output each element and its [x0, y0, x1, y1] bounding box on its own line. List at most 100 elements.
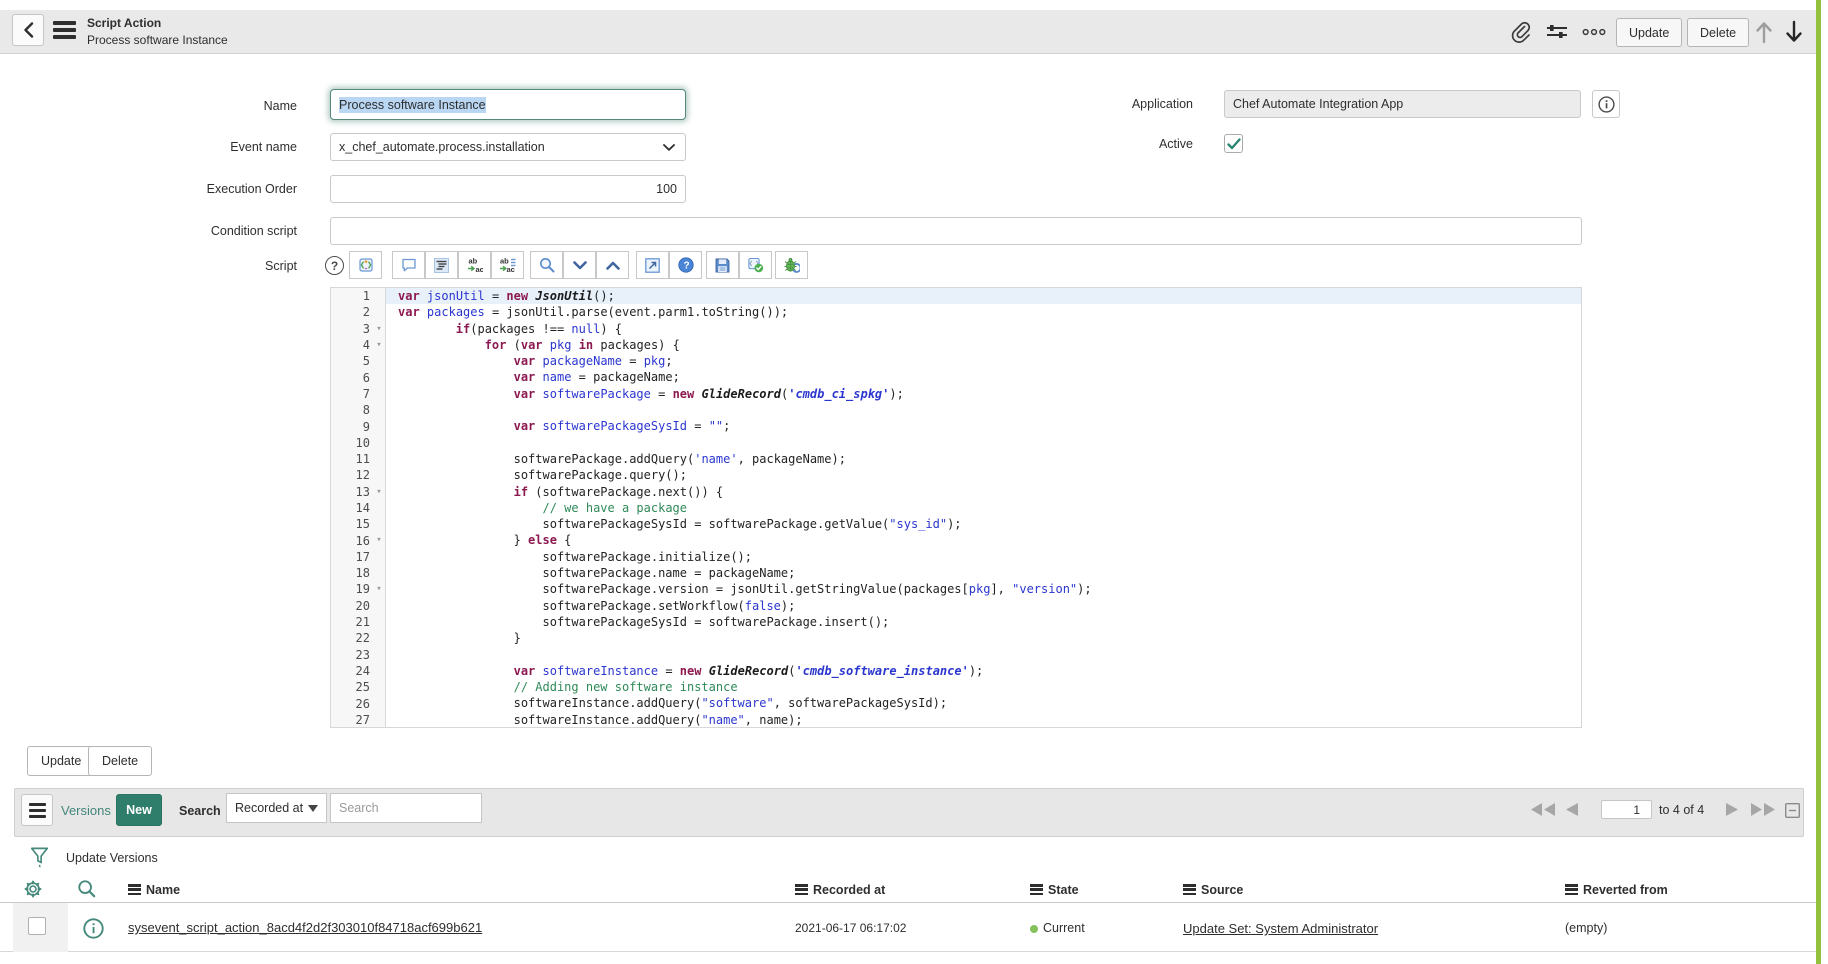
application-info-button[interactable]	[1592, 90, 1620, 118]
filter-icon[interactable]	[29, 847, 50, 869]
code-line[interactable]: var softwarePackage = new GlideRecord('c…	[386, 386, 1581, 402]
gutter-line[interactable]: 13▾	[331, 484, 385, 500]
column-menu-icon[interactable]	[1565, 884, 1578, 895]
search-field-select[interactable]: Recorded at	[226, 793, 327, 823]
gutter-line[interactable]: 16▾	[331, 532, 385, 548]
replace-all-button[interactable]: abac	[491, 251, 524, 279]
source-link[interactable]: Update Set: System Administrator	[1183, 921, 1378, 936]
list-settings-gear-icon[interactable]	[23, 879, 43, 899]
column-menu-icon[interactable]	[128, 884, 141, 895]
last-page-icon[interactable]	[1751, 803, 1775, 816]
list-search-input[interactable]	[330, 793, 482, 823]
column-menu-icon[interactable]	[1183, 884, 1196, 895]
attachment-icon[interactable]	[1508, 20, 1532, 44]
code-line[interactable]: softwareInstance.addQuery("name", name);	[386, 712, 1581, 728]
code-line[interactable]	[386, 647, 1581, 663]
find-previous-button[interactable]	[596, 251, 629, 279]
save-button[interactable]	[706, 251, 739, 279]
header-delete-button[interactable]: Delete	[1687, 18, 1749, 47]
fold-arrow-icon[interactable]: ▾	[373, 337, 385, 353]
syntax-check-button[interactable]	[739, 251, 772, 279]
code-lines[interactable]: var jsonUtil = new JsonUtil();var packag…	[386, 288, 1581, 727]
code-line[interactable]: softwarePackage.version = jsonUtil.getSt…	[386, 581, 1581, 597]
delete-button[interactable]: Delete	[88, 746, 152, 776]
column-header-source[interactable]: Source	[1183, 881, 1243, 899]
code-line[interactable]: var jsonUtil = new JsonUtil();	[386, 288, 1581, 304]
code-line[interactable]: // we have a package	[386, 500, 1581, 516]
debug-button[interactable]	[775, 251, 808, 279]
first-page-icon[interactable]	[1531, 803, 1555, 816]
help-button[interactable]: ?	[669, 251, 702, 279]
format-code-button[interactable]	[425, 251, 458, 279]
code-line[interactable]: softwareInstance.addQuery("software", so…	[386, 695, 1581, 711]
column-menu-icon[interactable]	[795, 884, 808, 895]
code-line[interactable]: softwarePackage.query();	[386, 467, 1581, 483]
personalize-form-icon[interactable]	[1545, 20, 1569, 44]
comment-button[interactable]	[392, 251, 425, 279]
find-next-button[interactable]	[563, 251, 596, 279]
next-page-icon[interactable]	[1726, 803, 1738, 816]
script-editor[interactable]: 123▾4▾5678910111213▾141516▾171819▾202122…	[330, 287, 1582, 728]
fold-arrow-icon[interactable]: ▾	[373, 321, 385, 337]
code-line[interactable]: softwarePackage.initialize();	[386, 549, 1581, 565]
syntax-editor-button[interactable]	[349, 251, 382, 279]
code-line[interactable]: var name = packageName;	[386, 369, 1581, 385]
replace-button[interactable]: abac	[458, 251, 491, 279]
code-line[interactable]: for (var pkg in packages) {	[386, 337, 1581, 353]
code-line[interactable]: softwarePackage.addQuery('name', package…	[386, 451, 1581, 467]
code-line[interactable]: softwarePackage.setWorkflow(false);	[386, 598, 1581, 614]
column-header-state[interactable]: State	[1030, 881, 1079, 899]
event-name-select[interactable]: x_chef_automate.process.installation	[330, 133, 686, 161]
code-line[interactable]: }	[386, 630, 1581, 646]
list-search-icon[interactable]	[77, 879, 96, 898]
back-button[interactable]	[12, 14, 44, 46]
code-line[interactable]: // Adding new software instance	[386, 679, 1581, 695]
gutter-line[interactable]: 4▾	[331, 337, 385, 353]
code-line[interactable]: softwarePackage.name = packageName;	[386, 565, 1581, 581]
fold-arrow-icon[interactable]: ▾	[373, 484, 385, 500]
column-header-name[interactable]: Name	[128, 881, 180, 899]
page-number-input[interactable]	[1601, 800, 1652, 819]
name-input[interactable]: Process software Instance	[330, 89, 686, 120]
previous-page-icon[interactable]	[1566, 803, 1578, 816]
gutter-line: 5	[331, 353, 385, 369]
fold-arrow-icon[interactable]: ▾	[373, 581, 385, 597]
code-line[interactable]: } else {	[386, 532, 1581, 548]
code-line[interactable]: var packages = jsonUtil.parse(event.parm…	[386, 304, 1581, 320]
code-line[interactable]: var softwarePackageSysId = "";	[386, 418, 1581, 434]
versions-list-title[interactable]: Versions	[61, 803, 111, 818]
code-line[interactable]	[386, 435, 1581, 451]
code-line[interactable]: softwarePackageSysId = softwarePackage.i…	[386, 614, 1581, 630]
code-line[interactable]: var packageName = pkg;	[386, 353, 1581, 369]
list-context-menu-button[interactable]	[21, 794, 53, 826]
execution-order-input[interactable]: 100	[330, 175, 686, 203]
row-info-icon[interactable]	[83, 918, 104, 939]
update-button[interactable]: Update	[27, 746, 95, 776]
column-header-recorded-at[interactable]: Recorded at	[795, 881, 885, 899]
more-options-icon[interactable]	[1582, 20, 1606, 44]
code-line[interactable]	[386, 402, 1581, 418]
collapse-list-icon[interactable]	[1785, 803, 1800, 818]
context-menu-icon[interactable]	[53, 21, 76, 39]
row-checkbox[interactable]	[28, 917, 46, 935]
new-button[interactable]: New	[116, 794, 162, 826]
header-update-button[interactable]: Update	[1616, 18, 1682, 47]
previous-record-icon[interactable]	[1752, 20, 1776, 44]
filter-breadcrumb[interactable]: Update Versions	[66, 851, 158, 865]
condition-script-input[interactable]	[330, 217, 1582, 245]
code-line[interactable]: if (softwarePackage.next()) {	[386, 484, 1581, 500]
code-line[interactable]: if(packages !== null) {	[386, 321, 1581, 337]
gutter-line[interactable]: 3▾	[331, 321, 385, 337]
fold-arrow-icon[interactable]: ▾	[373, 532, 385, 548]
find-button[interactable]	[530, 251, 563, 279]
code-line[interactable]: softwarePackageSysId = softwarePackage.g…	[386, 516, 1581, 532]
open-in-new-window-button[interactable]	[636, 251, 669, 279]
next-record-icon[interactable]	[1782, 20, 1806, 44]
active-checkbox[interactable]	[1224, 134, 1243, 153]
code-line[interactable]: var softwareInstance = new GlideRecord('…	[386, 663, 1581, 679]
gutter-line[interactable]: 19▾	[331, 581, 385, 597]
script-help-icon[interactable]: ?	[325, 256, 344, 275]
column-header-reverted-from[interactable]: Reverted from	[1565, 881, 1668, 899]
column-menu-icon[interactable]	[1030, 884, 1043, 895]
version-record-link[interactable]: sysevent_script_action_8acd4f2d2f303010f…	[128, 920, 482, 935]
